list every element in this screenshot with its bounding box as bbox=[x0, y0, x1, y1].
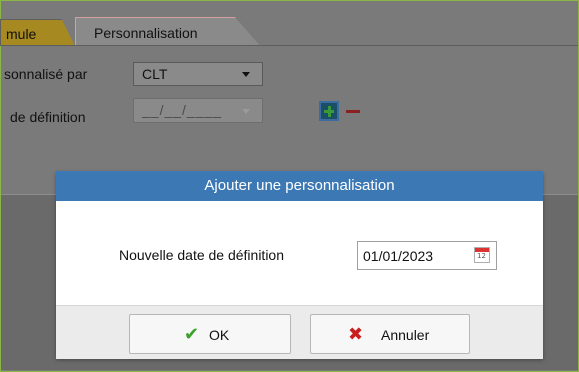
ok-button[interactable]: ✔ OK bbox=[129, 314, 291, 354]
chevron-down-icon bbox=[242, 109, 250, 114]
cancel-button[interactable]: ✖ Annuler bbox=[310, 314, 470, 354]
dialog-footer: ✔ OK ✖ Annuler bbox=[56, 305, 543, 359]
definition-date-value: __/__/____ bbox=[142, 102, 223, 118]
chevron-down-icon bbox=[242, 72, 250, 77]
definition-date-label: de définition bbox=[10, 109, 86, 125]
remove-button[interactable] bbox=[344, 101, 364, 121]
tab-personnalisation[interactable]: Personnalisation bbox=[75, 17, 261, 47]
personalized-by-label: sonnalisé par bbox=[4, 66, 88, 82]
ok-label: OK bbox=[209, 327, 230, 343]
add-personalization-dialog: Ajouter une personnalisation Nouvelle da… bbox=[56, 171, 543, 359]
calendar-icon[interactable] bbox=[474, 247, 490, 263]
add-button[interactable] bbox=[319, 101, 339, 121]
new-date-label: Nouvelle date de définition bbox=[119, 247, 285, 263]
personalized-by-value: CLT bbox=[142, 66, 168, 82]
cancel-label: Annuler bbox=[381, 327, 430, 343]
tab-formule-label: mule bbox=[6, 26, 37, 42]
new-date-value: 01/01/2023 bbox=[363, 248, 434, 264]
personalized-by-select[interactable]: CLT bbox=[133, 62, 263, 86]
tab-personnalisation-label: Personnalisation bbox=[94, 25, 198, 41]
check-icon: ✔ bbox=[184, 324, 200, 344]
definition-date-select[interactable]: __/__/____ bbox=[133, 98, 263, 123]
dialog-title: Ajouter une personnalisation bbox=[56, 171, 543, 201]
x-icon: ✖ bbox=[348, 324, 364, 344]
new-date-input[interactable]: 01/01/2023 bbox=[357, 241, 497, 270]
